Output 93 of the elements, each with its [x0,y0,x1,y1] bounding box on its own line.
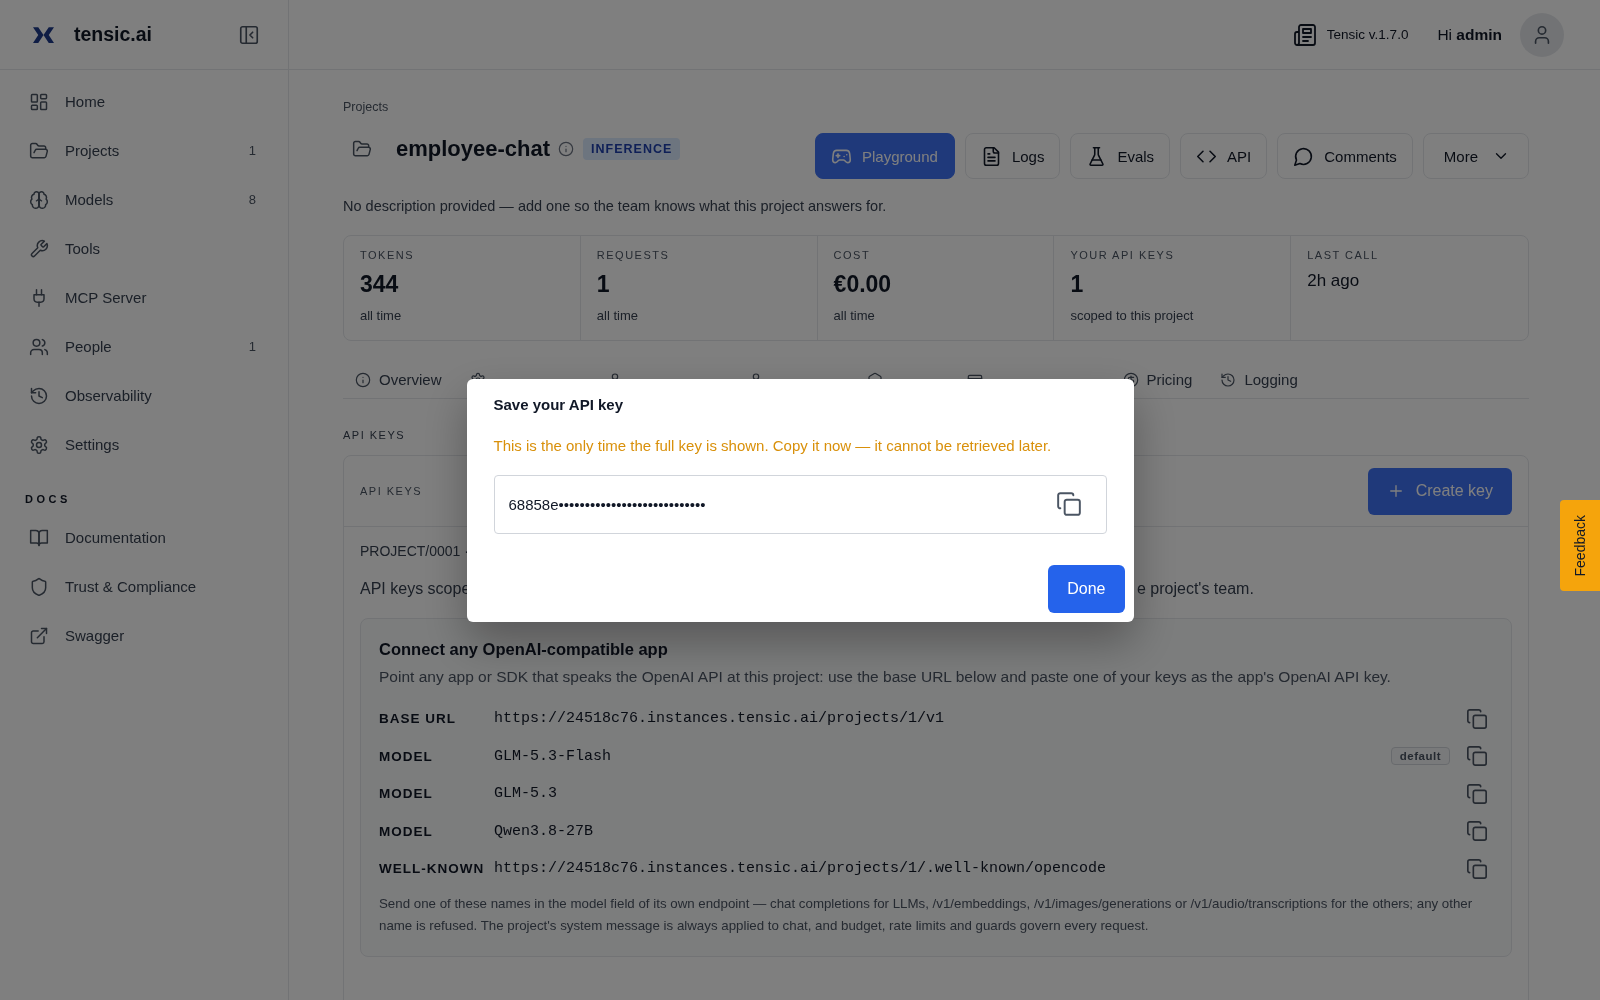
info-icon[interactable] [558,141,575,157]
stat-note: all time [360,307,402,325]
stat-note: scoped to this project [1070,307,1194,325]
nav-item[interactable]: Settings [0,420,288,469]
nav-item[interactable]: MCP Server [0,273,288,322]
field-label: MODEL [379,748,434,764]
warning-text: This is the only time the full key is shown. Copy it now — it cannot be retrieved later. [493,436,1052,455]
card-label: API KEYS [360,485,423,497]
external-link-icon [29,625,49,646]
info-icon [355,371,371,388]
tab[interactable]: Logging [1208,361,1310,398]
copy-icon[interactable] [1466,820,1488,843]
field-label: BASE URL [379,711,457,727]
project-description: No description provided — add one so the team knows what this project answers for. [343,197,888,215]
brain-icon [29,189,49,210]
item-count: 1 [248,143,256,158]
stat-note: all time [833,307,875,325]
section-heading: DOCS [25,493,71,505]
stat-value: 1 [596,270,610,298]
stat-value: 1 [1070,270,1084,298]
nav-item[interactable]: Swagger [0,611,288,660]
avatar-icon[interactable] [1520,12,1564,57]
folder-icon [352,139,372,159]
field-value: Qwen3.8-27B [494,822,595,840]
api-key-field[interactable]: 68858e•••••••••••••••••••••••••••• [493,474,1107,534]
breadcrumb-link[interactable]: Projects [343,99,389,115]
nav-item[interactable]: Tools [0,224,288,273]
copy-icon[interactable] [1466,782,1488,805]
stat-note: all time [596,307,638,325]
intro-text: e project's team. [1137,579,1254,599]
copy-icon[interactable] [1466,857,1488,880]
create-key-button[interactable]: Create key [1367,467,1512,515]
stat-label: COST [833,248,871,262]
section-label: API KEYS [343,429,406,441]
book-icon [29,527,49,548]
stat-value: 2h ago [1307,270,1360,292]
dashboard-icon [29,91,49,112]
connect-title: Connect any OpenAI-compatible app [379,639,668,659]
stat-value: €0.00 [833,270,892,298]
tab[interactable]: Overview [343,361,454,398]
copy-icon[interactable] [1055,491,1082,517]
action-button[interactable]: API [1180,133,1268,179]
shield-icon [29,576,49,597]
gear-icon [29,434,49,455]
users-icon [29,336,49,357]
history-icon [1220,371,1237,388]
feedback-tab[interactable]: Feedback [1560,500,1600,591]
action-button[interactable]: Comments [1277,133,1413,179]
logo-icon [33,26,54,43]
modal-title: Save your API key [493,396,623,413]
field-value: GLM-5.3 [494,785,558,803]
item-count: 8 [248,192,256,207]
field-value: https://24518c76.instances.tensic.ai/projects/1/.well-known/opencode [494,860,1108,878]
action-button[interactable]: Evals [1070,133,1171,179]
project-type-badge: INFERENCE [583,138,681,160]
nav-item[interactable]: Trust & Compliance [0,562,288,611]
copy-icon[interactable] [1466,745,1488,768]
greeting-text: Hi admin [1437,25,1502,44]
nav-item[interactable]: Models 8 [0,175,288,224]
brand-name: tensic.ai [74,23,154,46]
connect-description: Point any app or SDK that speaks the OpenAI API at this project: use the base URL below and paste one of your keys as the app's OpenAI API key. [379,667,1392,687]
stat-label: YOUR API KEYS [1070,248,1175,262]
more-menu-button[interactable]: More [1422,133,1529,179]
chat-bubble-icon [1293,145,1315,167]
nav-item[interactable]: Home [0,77,288,126]
folder-icon [29,140,49,161]
default-badge: default [1390,747,1450,766]
version-label: Tensic v.1.7.0 [1326,27,1409,42]
stat-label: LAST CALL [1307,248,1379,262]
action-button[interactable]: Logs [964,133,1061,179]
field-label: WELL-KNOWN [379,861,486,877]
stat-label: TOKENS [360,248,415,262]
field-value: https://24518c76.instances.tensic.ai/projects/1/v1 [494,710,946,728]
sidebar-toggle-icon[interactable] [238,23,260,46]
history-icon [29,385,49,406]
nav-item[interactable]: Projects 1 [0,126,288,175]
nav-item[interactable]: Observability [0,371,288,420]
wrench-icon [29,238,49,259]
copy-icon[interactable] [1466,707,1488,730]
field-label: MODEL [379,823,434,839]
project-reference: PROJECT/0001 · [360,542,469,560]
connect-footnote: Send one of these names in the model field of its own endpoint — chat completions for LLMs, /v1/embeddings, /v1/images/generations or /v1/audio/transcriptions for the others; any other name is refused. The project's system message is always applied to chat, and budget, rate limits and guards govern every request. [379,894,1474,935]
action-button[interactable]: Playground [815,133,955,179]
item-count: 1 [248,339,256,354]
field-value: GLM-5.3-Flash [494,747,613,765]
project-title: employee-chat [396,136,551,162]
newspaper-icon[interactable] [1292,22,1317,47]
field-label: MODEL [379,786,434,802]
nav-item[interactable]: Documentation [0,513,288,562]
done-button[interactable]: Done [1048,564,1125,613]
stat-label: REQUESTS [596,248,670,262]
stat-value: 344 [360,270,399,298]
nav-item[interactable]: People 1 [0,322,288,371]
